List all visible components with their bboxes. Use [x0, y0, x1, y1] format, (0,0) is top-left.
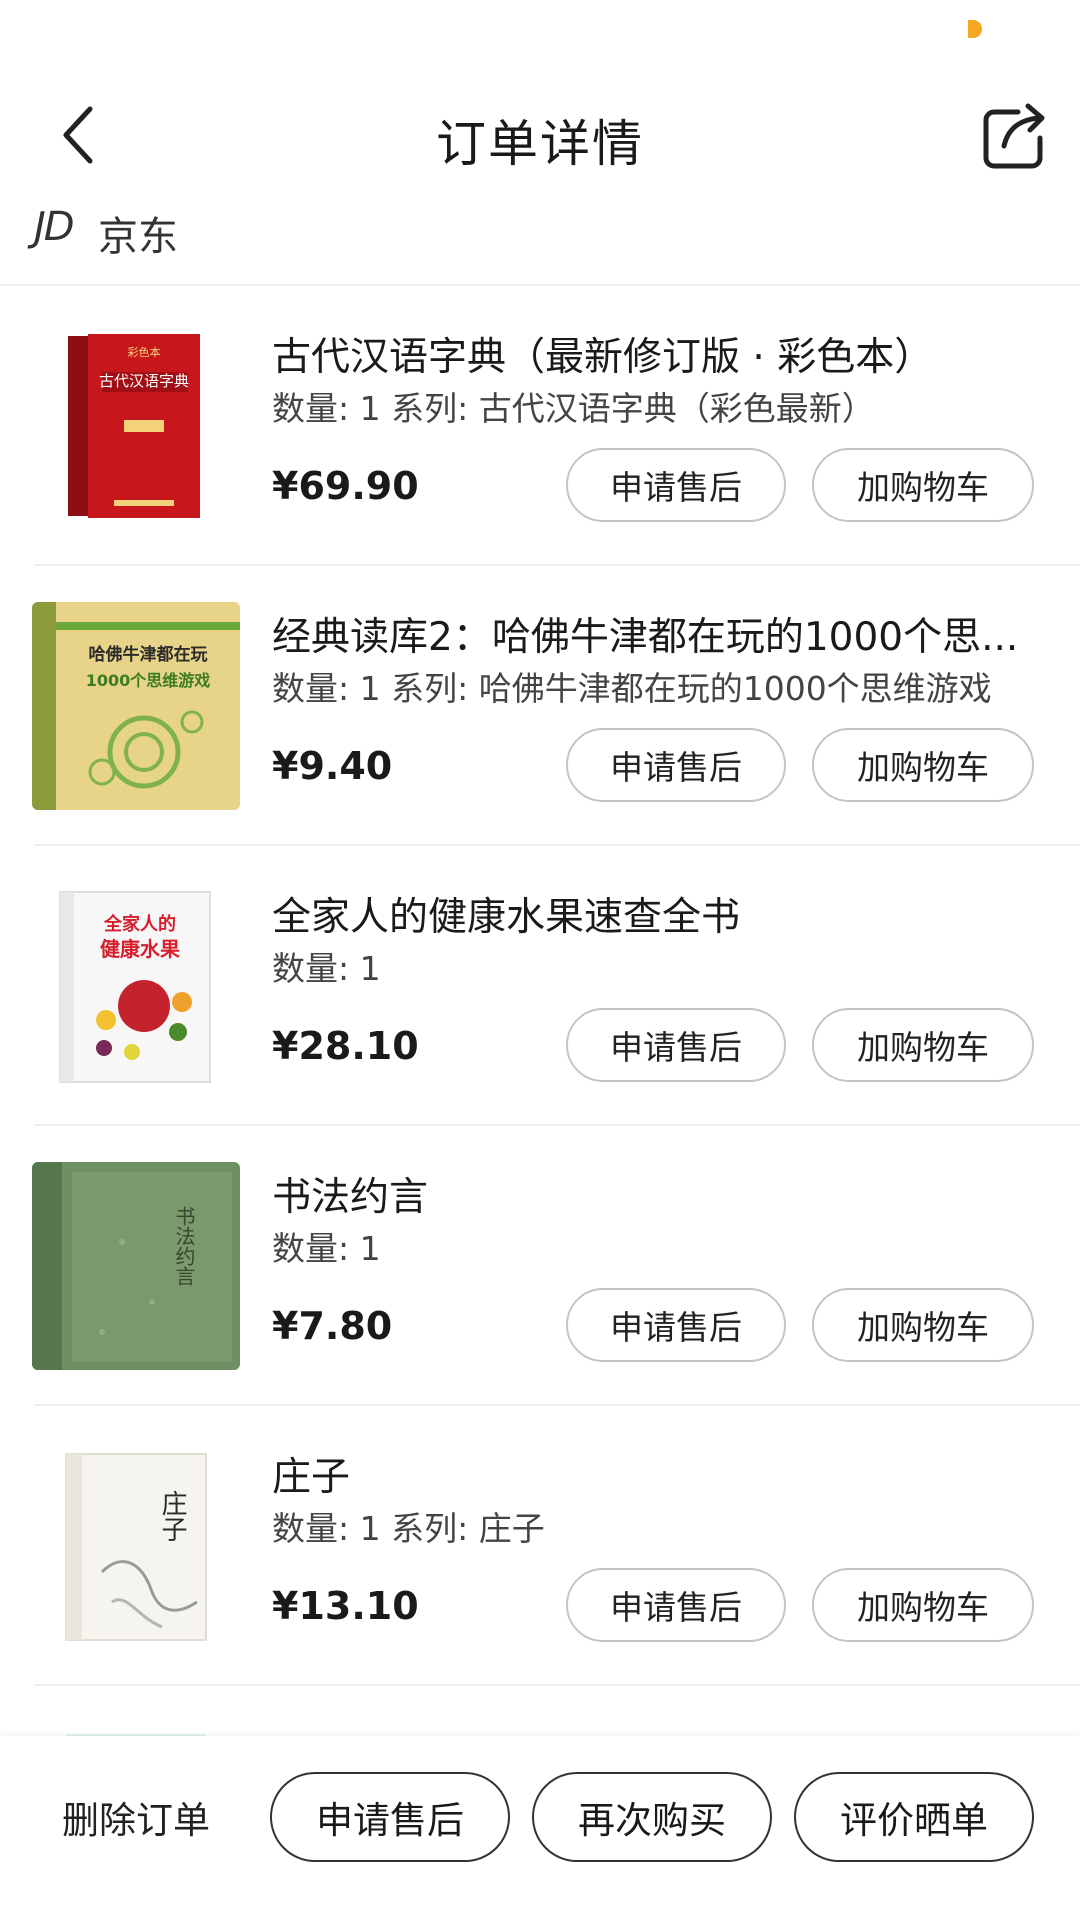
- book-cover-image: 庄子: [32, 1442, 240, 1650]
- aftersale-button[interactable]: 申请售后: [566, 448, 786, 522]
- product-thumbnail[interactable]: 彩色本 古代汉语字典: [32, 322, 240, 530]
- aftersale-button[interactable]: 申请售后: [566, 1008, 786, 1082]
- product-item[interactable]: 书法约言 书法约言 数量: 1 ¥7.80 申请售后 加购物车: [0, 1126, 1080, 1406]
- product-item[interactable]: 彩色本 古代汉语字典 古代汉语字典（最新修订版 · 彩色本） 数量: 1 系列:…: [0, 286, 1080, 566]
- share-button[interactable]: [974, 96, 1054, 176]
- svg-text:彩色本: 彩色本: [128, 345, 161, 359]
- aftersale-button[interactable]: 申请售后: [566, 728, 786, 802]
- svg-text:哈佛牛津都在玩: 哈佛牛津都在玩: [89, 644, 208, 665]
- add-to-cart-button[interactable]: 加购物车: [812, 728, 1034, 802]
- review-button[interactable]: 评价晒单: [794, 1772, 1034, 1862]
- product-thumbnail[interactable]: 全家人的 健康水果: [32, 882, 240, 1090]
- aftersale-button[interactable]: 申请售后: [566, 1288, 786, 1362]
- svg-text:1000个思维游戏: 1000个思维游戏: [86, 671, 211, 690]
- add-to-cart-button[interactable]: 加购物车: [812, 1288, 1034, 1362]
- svg-text:全家人的: 全家人的: [103, 913, 176, 935]
- add-to-cart-button[interactable]: 加购物车: [812, 1008, 1034, 1082]
- product-title[interactable]: 古代汉语字典（最新修订版 · 彩色本）: [272, 326, 1032, 382]
- book-cover-image: [32, 1722, 240, 1736]
- product-price: ¥9.40: [272, 744, 393, 788]
- product-title[interactable]: 庄子: [272, 1446, 1032, 1502]
- product-thumbnail[interactable]: 哈佛牛津都在玩 1000个思维游戏: [32, 602, 240, 810]
- delete-order-button[interactable]: 删除订单: [62, 1790, 210, 1844]
- book-cover-image: 全家人的 健康水果: [32, 882, 240, 1090]
- aftersale-button[interactable]: 申请售后: [270, 1772, 510, 1862]
- shop-name: 京东: [98, 214, 178, 260]
- product-meta: 数量: 1: [272, 1229, 381, 1268]
- svg-text:书法约言: 书法约言: [172, 1206, 196, 1286]
- bottom-action-bar: 删除订单 申请售后 再次购买 评价晒单: [0, 1736, 1080, 1920]
- product-price: ¥7.80: [272, 1304, 393, 1348]
- page-title: 订单详情: [436, 115, 644, 173]
- shop-logo: JD: [34, 204, 75, 250]
- product-price: ¥13.10: [272, 1584, 419, 1628]
- product-thumbnail[interactable]: 书法约言: [32, 1162, 240, 1370]
- product-meta: 数量: 1 系列: 哈佛牛津都在玩的1000个思维游戏: [272, 669, 992, 708]
- header: 订单详情: [0, 60, 1080, 210]
- product-list: 彩色本 古代汉语字典 古代汉语字典（最新修订版 · 彩色本） 数量: 1 系列:…: [0, 286, 1080, 1736]
- product-item[interactable]: 庄子 庄子 数量: 1 系列: 庄子 ¥13.10 申请售后 加购物车: [0, 1406, 1080, 1686]
- share-icon: [983, 103, 1045, 169]
- aftersale-button[interactable]: 申请售后: [566, 1568, 786, 1642]
- product-item[interactable]: 诗经之美: [0, 1686, 1080, 1736]
- book-cover-image: 哈佛牛津都在玩 1000个思维游戏: [32, 602, 240, 810]
- product-title[interactable]: 全家人的健康水果速查全书: [272, 886, 1032, 942]
- product-price: ¥28.10: [272, 1024, 419, 1068]
- status-indicator-icon: [968, 20, 982, 38]
- add-to-cart-button[interactable]: 加购物车: [812, 448, 1034, 522]
- product-title[interactable]: 诗经之美: [272, 1726, 1032, 1736]
- book-cover-image: 书法约言: [32, 1162, 240, 1370]
- svg-text:古代汉语字典: 古代汉语字典: [99, 372, 189, 390]
- product-thumbnail[interactable]: [32, 1722, 240, 1736]
- product-meta: 数量: 1 系列: 庄子: [272, 1509, 545, 1548]
- product-meta: 数量: 1 系列: 古代汉语字典（彩色最新）: [272, 389, 875, 428]
- product-price: ¥69.90: [272, 464, 419, 508]
- product-item[interactable]: 哈佛牛津都在玩 1000个思维游戏 经典读库2：哈佛牛津都在玩的1000个思..…: [0, 566, 1080, 846]
- svg-text:健康水果: 健康水果: [100, 937, 180, 961]
- shop-row[interactable]: JD 京东: [0, 190, 1080, 286]
- product-item[interactable]: 全家人的 健康水果 全家人的健康水果速查全书 数量: 1 ¥28.10 申请售后…: [0, 846, 1080, 1126]
- book-cover-image: 彩色本 古代汉语字典: [32, 322, 240, 530]
- product-title[interactable]: 书法约言: [272, 1166, 1032, 1222]
- add-to-cart-button[interactable]: 加购物车: [812, 1568, 1034, 1642]
- rebuy-button[interactable]: 再次购买: [532, 1772, 772, 1862]
- product-title[interactable]: 经典读库2：哈佛牛津都在玩的1000个思...: [272, 606, 1032, 662]
- product-thumbnail[interactable]: 庄子: [32, 1442, 240, 1650]
- svg-text:庄子: 庄子: [157, 1490, 187, 1542]
- status-bar: [0, 0, 1080, 60]
- product-meta: 数量: 1: [272, 949, 381, 988]
